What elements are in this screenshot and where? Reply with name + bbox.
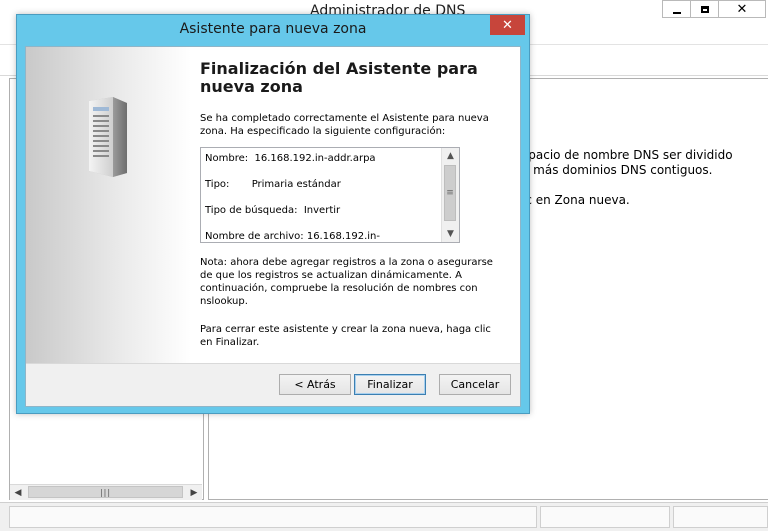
status-cell (673, 506, 768, 528)
summary-type-value: Primaria estándar (251, 179, 341, 190)
status-bar (0, 502, 768, 531)
status-cell (540, 506, 670, 528)
wizard-intro-text: Se ha completado correctamente el Asiste… (200, 113, 489, 137)
new-zone-wizard-dialog: Asistente para nueva zona ✕ Finalización… (16, 14, 530, 414)
summary-name-row: Nombre: 16.168.192.in-addr.arpa (205, 153, 376, 164)
maximize-icon (700, 5, 709, 13)
summary-name-label: Nombre: (205, 153, 249, 164)
cancel-button[interactable]: Cancelar (439, 374, 511, 395)
summary-lookup-value: Invertir (303, 205, 341, 216)
summary-file-row: Nombre de archivo: 16.168.192.in- (205, 231, 380, 242)
wizard-title: Asistente para nueva zona (179, 21, 367, 37)
wizard-note-text: Nota: ahora debe agregar registros a la … (200, 257, 493, 307)
summary-name-value: 16.168.192.in-addr.arpa (254, 153, 376, 164)
minimize-icon (672, 11, 681, 14)
scrollbar-thumb[interactable]: ||| (28, 486, 183, 498)
summary-lookup-label: Tipo de búsqueda: (205, 205, 298, 216)
status-cell (9, 506, 537, 528)
maximize-button[interactable] (690, 0, 719, 18)
summary-lookup-row: Tipo de búsqueda: Invertir (205, 205, 340, 216)
minimize-button[interactable] (662, 0, 691, 18)
horizontal-scrollbar[interactable]: ◀ ||| ▶ (10, 484, 202, 500)
wizard-banner (26, 47, 191, 363)
scroll-right-icon[interactable]: ▶ (186, 485, 202, 500)
finish-button[interactable]: Finalizar (354, 374, 426, 395)
details-text-line: o más dominios DNS contiguos. (522, 163, 713, 177)
wizard-close-button[interactable]: ✕ (490, 15, 525, 35)
close-icon: ✕ (736, 1, 748, 17)
close-icon: ✕ (502, 17, 513, 33)
configuration-summary-box[interactable]: Nombre: 16.168.192.in-addr.arpa Tipo: Pr… (200, 147, 460, 243)
back-button[interactable]: < Atrás (279, 374, 351, 395)
scrollbar-thumb[interactable]: ≡ (444, 165, 456, 221)
close-button[interactable]: ✕ (718, 0, 766, 18)
scroll-down-icon[interactable]: ▼ (442, 226, 459, 242)
details-text-line: spacio de nombre DNS ser dividido (522, 148, 733, 162)
details-text-line: ic en Zona nueva. (522, 193, 630, 207)
wizard-heading: Finalización del Asistente para nueva zo… (200, 59, 478, 96)
scroll-up-icon[interactable]: ▲ (442, 148, 459, 164)
summary-vertical-scrollbar[interactable]: ▲ ≡ ▼ (441, 148, 459, 242)
summary-type-label: Tipo: (205, 179, 230, 190)
wizard-client-area: Finalización del Asistente para nueva zo… (25, 46, 521, 407)
server-icon (89, 97, 127, 177)
summary-type-row: Tipo: Primaria estándar (205, 179, 341, 190)
scroll-left-icon[interactable]: ◀ (10, 485, 26, 500)
summary-file-label: Nombre de archivo: (205, 231, 304, 242)
divider (26, 363, 520, 364)
summary-file-value: 16.168.192.in- (306, 231, 380, 242)
wizard-finish-hint: Para cerrar este asistente y crear la zo… (200, 324, 491, 348)
wizard-content: Finalización del Asistente para nueva zo… (191, 47, 520, 363)
